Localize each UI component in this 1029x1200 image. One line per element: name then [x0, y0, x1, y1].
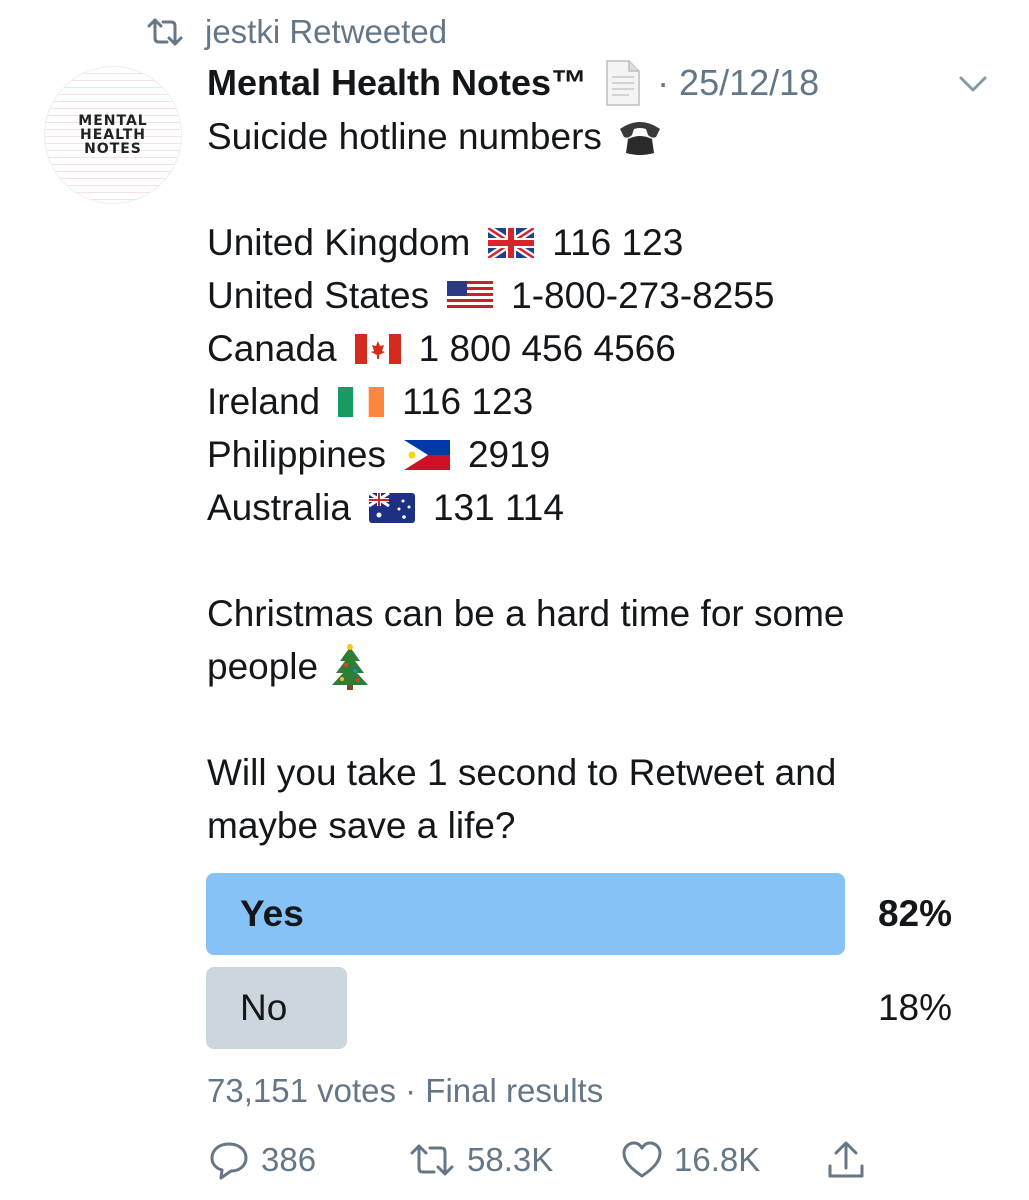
retweet-icon [147, 18, 183, 46]
poll: Yes 82% No 18% [206, 873, 966, 1061]
hotline-country: United States [207, 275, 430, 316]
hotline-country: United Kingdom [207, 222, 471, 263]
page-document-icon [606, 60, 640, 106]
share-icon [828, 1141, 864, 1178]
tweet-text-line: Will you take 1 second to Retweet and [207, 752, 837, 793]
tweet-intro-line: Suicide hotline numbers [207, 110, 987, 163]
hotline-country: Canada [207, 328, 337, 369]
tweet-text-line: Christmas can be a hard time for some [207, 593, 845, 634]
avatar[interactable]: MENTAL HEALTH NOTES [44, 66, 182, 204]
poll-option-no[interactable]: No 18% [206, 967, 966, 1049]
hotline-number: 116 123 [552, 222, 684, 263]
tweet-paragraph-line: Will you take 1 second to Retweet and [207, 746, 987, 799]
hotline-row: Ireland 116 123 [207, 375, 987, 428]
telephone-icon [619, 121, 660, 155]
retweet-icon [410, 1144, 454, 1176]
hotline-country: Ireland [207, 381, 321, 422]
canada-flag-icon [354, 333, 401, 364]
poll-option-label: No [240, 987, 288, 1028]
poll-footer: 73,151 votes · Final results [207, 1072, 604, 1109]
tweet-date[interactable]: · 25/12/18 [657, 62, 819, 104]
reply-icon [210, 1142, 248, 1180]
tweet-text: Suicide hotline numbers United Kingdom 1… [207, 110, 987, 852]
tweet-paragraph-line: maybe save a life? [207, 799, 987, 852]
hotline-number: 1 800 456 4566 [418, 328, 676, 369]
like-count: 16.8K [674, 1141, 761, 1178]
hotline-row: Australia 131 114 [207, 481, 987, 534]
tweet-header: Mental Health Notes™ · 25/12/18 [207, 58, 819, 108]
philippines-flag-icon [403, 439, 450, 470]
hotline-row: Canada 1 800 456 4566 [207, 322, 987, 375]
reply-count: 386 [261, 1141, 317, 1178]
hotline-number: 116 123 [402, 381, 534, 422]
tweet-actions: 386 58.3K 16.8K [207, 1138, 887, 1182]
tweet-intro-text: Suicide hotline numbers [207, 116, 602, 157]
us-flag-icon [447, 280, 494, 311]
avatar-logo-text: MENTAL HEALTH NOTES [78, 113, 148, 157]
hotline-row: Philippines 2919 [207, 428, 987, 481]
poll-option-yes[interactable]: Yes 82% [206, 873, 966, 955]
hotline-country: Philippines [207, 434, 386, 475]
retweet-context[interactable]: jestki Retweeted [145, 12, 447, 52]
hotline-country: Australia [207, 487, 351, 528]
hotline-row: United States 1-800-273-8255 [207, 269, 987, 322]
hotline-number: 131 114 [432, 487, 564, 528]
hotline-number: 1-800-273-8255 [511, 275, 775, 316]
poll-option-percent: 82% [877, 893, 952, 934]
chevron-down-icon[interactable] [955, 68, 991, 98]
hotline-row: United Kingdom 116 123 [207, 216, 987, 269]
reply-button[interactable]: 386 [207, 1138, 316, 1182]
display-name[interactable]: Mental Health Notes™ [207, 62, 587, 104]
australia-flag-icon [368, 492, 415, 523]
uk-flag-icon [488, 227, 535, 258]
like-button[interactable]: 16.8K [620, 1138, 760, 1182]
tweet-text-line: maybe save a life? [207, 805, 516, 846]
tweet-text-line: people [207, 646, 319, 687]
christmas-tree-icon [332, 643, 369, 690]
tweet-paragraph-line: Christmas can be a hard time for some [207, 587, 987, 640]
poll-option-percent: 18% [877, 987, 952, 1028]
heart-icon [622, 1141, 662, 1178]
poll-option-label: Yes [240, 893, 304, 934]
retweet-count: 58.3K [467, 1141, 554, 1178]
tweet-paragraph-line: people [207, 640, 987, 693]
retweet-button[interactable]: 58.3K [407, 1138, 553, 1182]
hotline-number: 2919 [467, 434, 551, 475]
retweet-context-text: jestki Retweeted [205, 13, 448, 50]
ireland-flag-icon [338, 386, 385, 417]
share-button[interactable] [824, 1138, 878, 1182]
